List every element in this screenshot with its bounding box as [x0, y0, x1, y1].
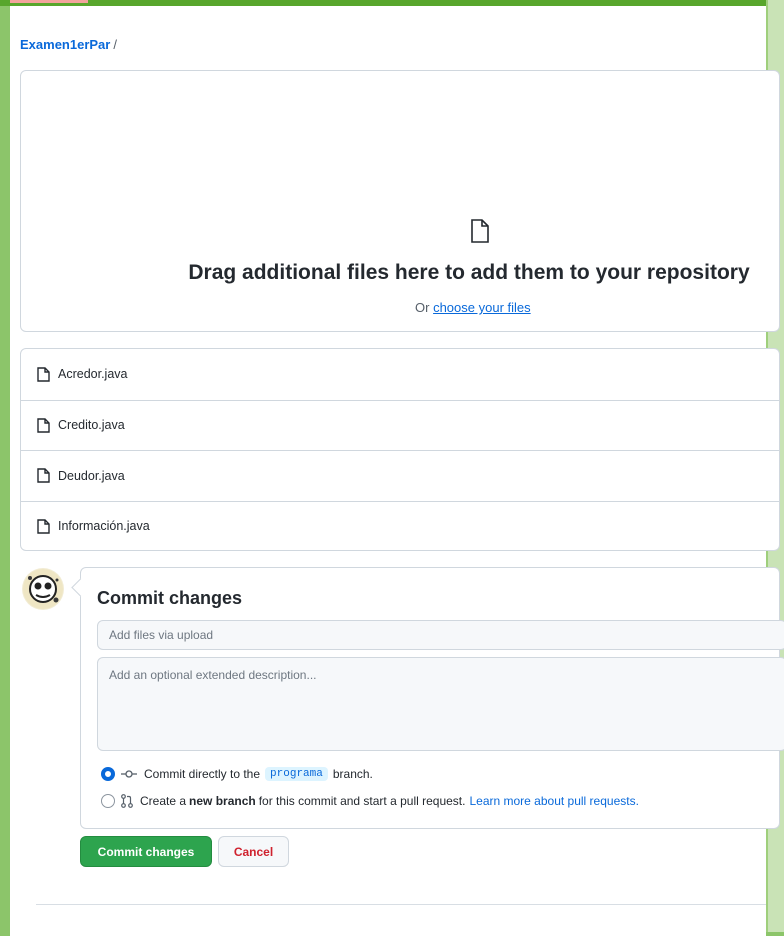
commit-title: Commit changes: [97, 588, 243, 608]
file-dropzone[interactable]: Drag additional files here to add them t…: [20, 70, 780, 332]
file-row: Deudor.java: [21, 450, 779, 501]
new-branch-bold: new branch: [189, 794, 256, 808]
file-row: Información.java: [21, 500, 779, 552]
divider: [36, 904, 766, 905]
file-icon: [470, 219, 490, 248]
commit-changes-button[interactable]: Commit changes: [80, 836, 212, 867]
file-icon: [37, 418, 50, 433]
learn-more-pull-requests-link[interactable]: Learn more about pull requests.: [469, 794, 638, 808]
git-commit-icon: [121, 769, 137, 779]
choose-files-link[interactable]: choose your files: [433, 300, 531, 315]
breadcrumb-repo-link[interactable]: Examen1erPar: [20, 37, 110, 52]
commit-direct-text: Commit directly to the: [144, 767, 261, 781]
avatar[interactable]: [22, 568, 64, 610]
file-name: Credito.java: [58, 418, 125, 433]
file-name: Acredor.java: [58, 367, 128, 382]
file-name: Información.java: [58, 519, 150, 534]
file-icon: [37, 367, 50, 382]
cancel-button[interactable]: Cancel: [218, 836, 289, 867]
file-row: Acredor.java: [21, 349, 779, 400]
breadcrumb-separator: /: [113, 37, 117, 52]
new-branch-text-before: Create a: [140, 794, 187, 808]
uploaded-file-list: Acredor.java Credito.java Deudor.java In…: [20, 348, 780, 551]
file-icon: [37, 468, 50, 483]
commit-summary-input[interactable]: [97, 620, 784, 650]
branch-name-badge: programa: [265, 767, 328, 781]
commit-direct-radio[interactable]: [101, 767, 115, 781]
commit-form: Commit changes Commit directly to the pr…: [80, 567, 784, 829]
new-branch-option[interactable]: Create a new branch for this commit and …: [101, 794, 639, 808]
dropzone-prefix: Or: [415, 300, 430, 315]
new-branch-text-after: for this commit and start a pull request…: [258, 794, 466, 808]
file-name: Deudor.java: [58, 468, 125, 483]
new-branch-radio[interactable]: [101, 794, 115, 808]
pull-request-icon: [121, 794, 133, 808]
file-icon: [37, 519, 50, 534]
breadcrumb: Examen1erPar /: [20, 37, 117, 52]
tab-indicator: [10, 0, 88, 3]
commit-description-input[interactable]: [97, 657, 784, 751]
file-row: Credito.java: [21, 399, 779, 451]
dropzone-title: Drag additional files here to add them t…: [188, 261, 750, 284]
dropzone-subtitle: Or choose your files: [415, 300, 531, 315]
commit-direct-option[interactable]: Commit directly to the programa branch.: [101, 767, 373, 781]
commit-direct-suffix: branch.: [332, 767, 373, 781]
